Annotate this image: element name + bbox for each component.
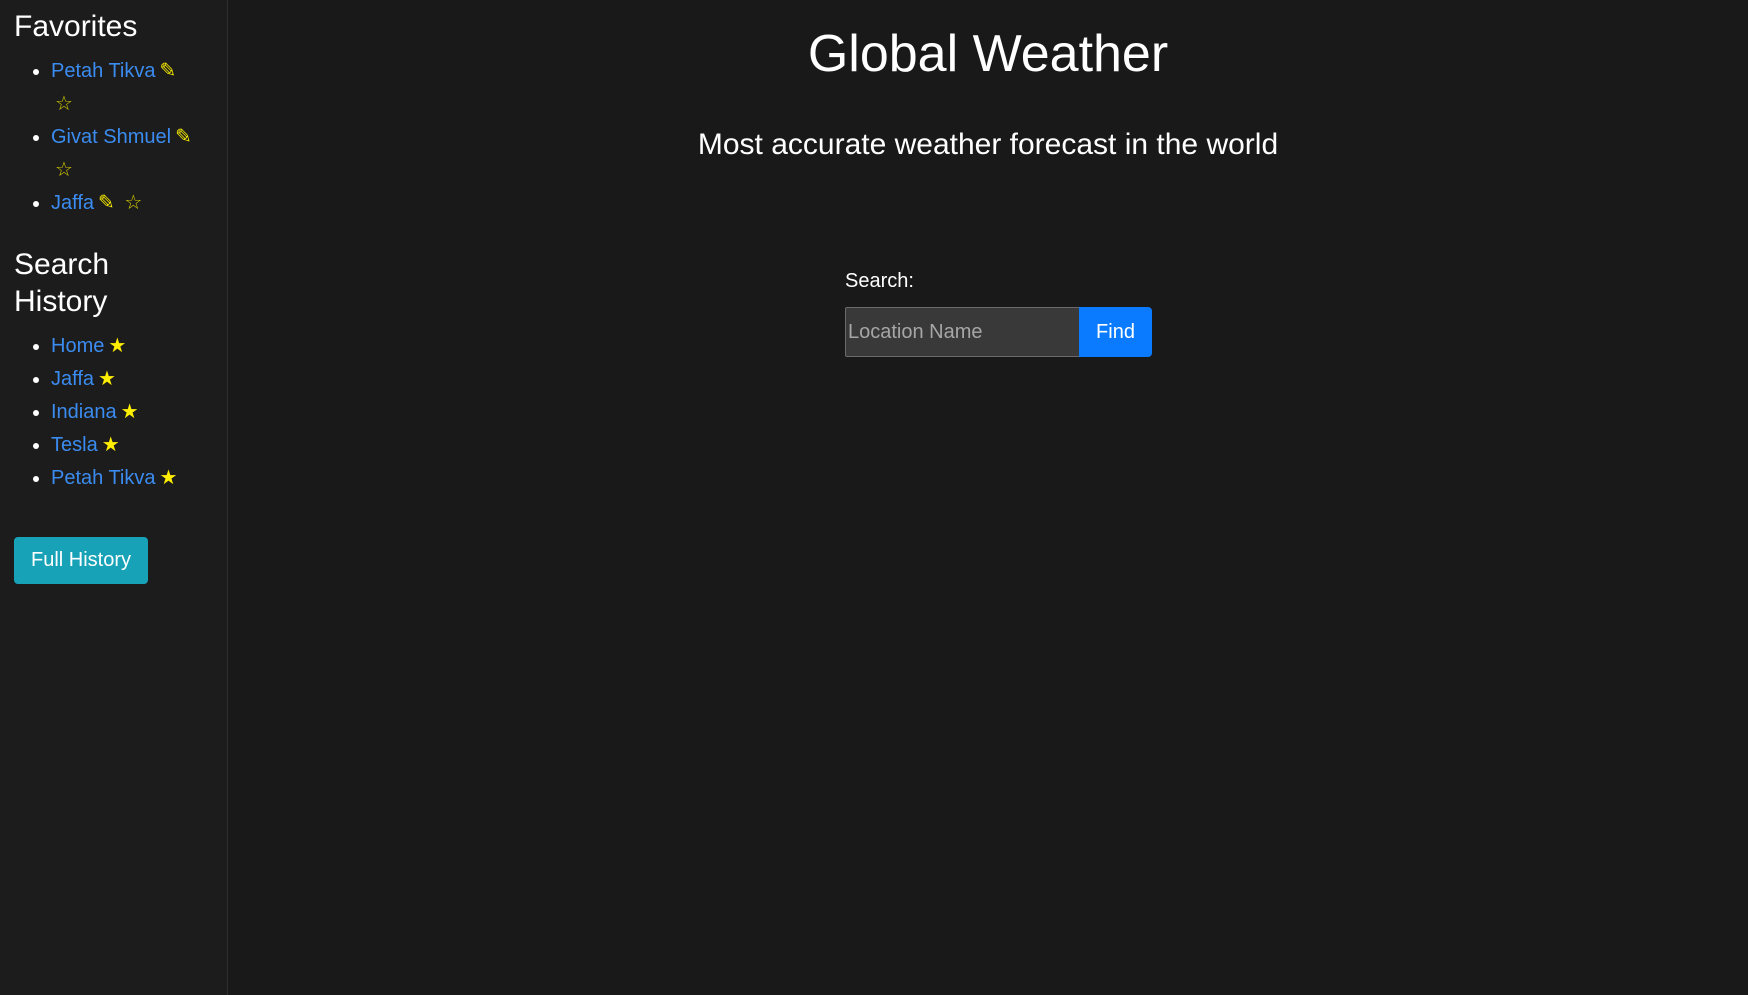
search-history-title: Search History — [14, 248, 110, 318]
favorite-link-givat-shmuel[interactable]: Givat Shmuel — [51, 126, 171, 148]
history-item: Home★ — [51, 330, 213, 363]
star-icon[interactable]: ★ — [108, 335, 126, 357]
app-layout: Favorites Petah Tikva✎ ☆ Givat Shmuel✎ ☆… — [0, 0, 1748, 995]
star-icon[interactable]: ★ — [160, 467, 178, 489]
star-icon[interactable]: ★ — [98, 368, 116, 390]
edit-icon[interactable]: ✎ — [98, 192, 115, 214]
history-link-home[interactable]: Home — [51, 335, 104, 357]
page-subtitle: Most accurate weather forecast in the wo… — [697, 128, 1279, 161]
edit-icon[interactable]: ✎ — [175, 126, 192, 148]
history-link-jaffa[interactable]: Jaffa — [51, 368, 94, 390]
star-icon[interactable]: ★ — [102, 434, 120, 456]
history-item: Jaffa★ — [51, 363, 213, 396]
favorite-item: Petah Tikva✎ ☆ — [51, 55, 201, 121]
star-outline-icon[interactable]: ☆ — [124, 192, 142, 214]
search-form: Search: Find — [845, 270, 1152, 357]
favorite-link-petah-tikva[interactable]: Petah Tikva — [51, 60, 156, 82]
star-outline-icon[interactable]: ☆ — [55, 159, 73, 181]
find-button[interactable]: Find — [1079, 307, 1152, 357]
star-icon[interactable]: ★ — [121, 401, 139, 423]
page-title: Global Weather — [807, 25, 1169, 83]
search-input[interactable] — [845, 307, 1079, 357]
edit-icon[interactable]: ✎ — [160, 60, 177, 82]
search-row: Find — [845, 307, 1152, 357]
sidebar: Favorites Petah Tikva✎ ☆ Givat Shmuel✎ ☆… — [0, 0, 228, 995]
favorites-list: Petah Tikva✎ ☆ Givat Shmuel✎ ☆ Jaffa✎ ☆ — [14, 55, 213, 220]
history-item: Petah Tikva★ — [51, 462, 213, 495]
search-label: Search: — [845, 270, 914, 292]
full-history-button[interactable]: Full History — [14, 537, 149, 584]
history-item: Tesla★ — [51, 429, 213, 462]
history-link-petah-tikva[interactable]: Petah Tikva — [51, 467, 156, 489]
favorites-title: Favorites — [14, 10, 138, 43]
history-link-tesla[interactable]: Tesla — [51, 434, 98, 456]
history-item: Indiana★ — [51, 396, 213, 429]
favorite-link-jaffa[interactable]: Jaffa — [51, 192, 94, 214]
star-outline-icon[interactable]: ☆ — [55, 93, 73, 115]
favorite-item: Givat Shmuel✎ ☆ — [51, 121, 201, 187]
search-history-list: Home★ Jaffa★ Indiana★ Tesla★ Petah Tikva… — [14, 330, 213, 495]
favorite-item: Jaffa✎ ☆ — [51, 187, 201, 220]
history-link-indiana[interactable]: Indiana — [51, 401, 117, 423]
main-content: Global Weather Most accurate weather for… — [228, 0, 1748, 995]
